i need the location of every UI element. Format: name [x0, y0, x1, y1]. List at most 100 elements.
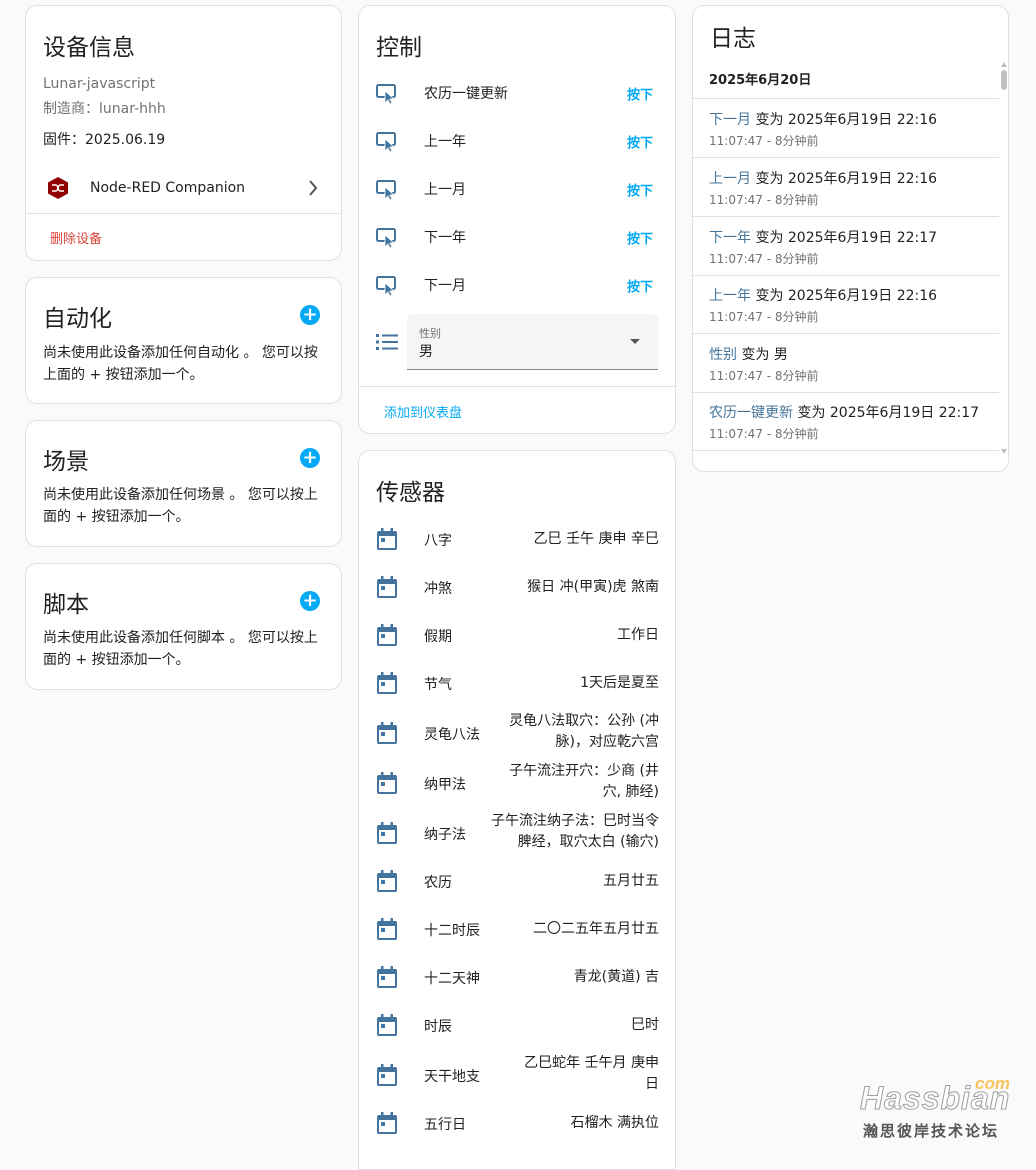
sensor-value: 子午流注开穴：少商 (井 穴, 肺经): [509, 761, 659, 803]
sensor-row[interactable]: 假期 工作日: [359, 621, 675, 649]
gender-select-value: 男: [419, 344, 433, 360]
sensor-row[interactable]: 十二时辰 二〇二五年五月廿五: [359, 915, 675, 943]
calendar-icon: [377, 966, 397, 988]
sensor-row[interactable]: 灵龟八法 灵龟八法取穴：公孙 (冲 脉)，对应乾六宫: [359, 710, 675, 756]
sensor-value-line1: 子午流注纳子法：巳时当令: [491, 813, 659, 829]
sensor-row[interactable]: 天干地支 乙巳蛇年 壬午月 庚申 日: [359, 1052, 675, 1098]
device-firmware: 固件：2025.06.19: [43, 132, 166, 148]
log-entry: 农历一键更新 变为 2025年6月19日 22:17 11:07:47 - 8分…: [693, 392, 999, 451]
delete-device-button[interactable]: 删除设备: [50, 228, 102, 247]
calendar-icon: [377, 576, 397, 598]
controls-card: 控制 农历一键更新 按下 上一年 按下 上一月 按下 下一年 按下 下一月 按下: [358, 5, 676, 434]
scroll-up-icon[interactable]: [1001, 62, 1007, 67]
control-row-prev-year: 上一年 按下: [359, 118, 675, 166]
add-to-dashboard-button[interactable]: 添加到仪表盘: [384, 402, 462, 421]
integration-link[interactable]: Node-RED Companion: [26, 166, 341, 212]
sensor-row[interactable]: 八字 乙巳 壬午 庚申 辛巳: [359, 525, 675, 553]
scripts-description-line2: 面的 + 按钮添加一个。: [43, 652, 190, 668]
sensor-row[interactable]: 农历 五月廿五: [359, 867, 675, 895]
sensor-value: 二〇二五年五月廿五: [533, 921, 659, 937]
add-automation-button[interactable]: +: [300, 305, 320, 325]
sensor-row[interactable]: 五行日 石榴木 满执位: [359, 1109, 675, 1137]
sensor-label: 冲煞: [424, 581, 452, 597]
sensor-row[interactable]: 节气 1天后是夏至: [359, 669, 675, 697]
sensor-label: 时辰: [424, 1019, 452, 1035]
controls-title: 控制: [376, 35, 422, 61]
entity-link[interactable]: 下一月: [709, 112, 751, 128]
sensor-value-line2: 脉)，对应乾六宫: [555, 734, 659, 750]
entity-link[interactable]: 农历一键更新: [709, 405, 793, 421]
logbook-list[interactable]: 2025年6月20日 下一月 变为 2025年6月19日 22:16 11:07…: [693, 58, 1008, 458]
gesture-tap-button-icon: [375, 274, 399, 298]
entity-link[interactable]: 上一月: [709, 171, 751, 187]
gesture-tap-button-icon: [375, 226, 399, 250]
log-entry-time: 11:07:47 - 8分钟前: [709, 310, 819, 324]
press-button[interactable]: 按下: [627, 84, 653, 103]
automation-description-line2: 上面的 + 按钮添加一个。: [43, 367, 204, 383]
calendar-icon: [377, 822, 397, 844]
control-label: 下一年: [424, 230, 466, 246]
log-entry-change: 变为 男: [741, 347, 788, 363]
controls-divider: [359, 386, 675, 387]
log-entry-time: 11:07:47 - 8分钟前: [709, 193, 819, 207]
sensor-row[interactable]: 冲煞 猴日 冲(甲寅)虎 煞南: [359, 573, 675, 601]
log-entry-text: 下一年 变为 2025年6月19日 22:17: [709, 227, 937, 247]
log-entry-text: 农历一键更新 变为 2025年6月19日 22:17: [709, 402, 979, 422]
device-info-card: 设备信息 Lunar-javascript 制造商：lunar-hhh 固件：2…: [25, 5, 342, 261]
log-entry-time: 11:07:47 - 8分钟前: [709, 369, 819, 383]
press-button[interactable]: 按下: [627, 276, 653, 295]
sensor-row[interactable]: 纳子法 子午流注纳子法：巳时当令 脾经，取穴太白 (输穴): [359, 810, 675, 856]
press-button[interactable]: 按下: [627, 180, 653, 199]
automation-title: 自动化: [43, 306, 112, 332]
automation-description-line1: 尚未使用此设备添加任何自动化 。 您可以按: [43, 345, 318, 361]
sensor-row[interactable]: 时辰 巳时: [359, 1011, 675, 1039]
press-button[interactable]: 按下: [627, 132, 653, 151]
watermark-tagline: 瀚思彼岸技术论坛: [863, 1122, 1000, 1140]
gender-select[interactable]: 性别 男: [407, 314, 658, 370]
control-row-lunar-update: 农历一键更新 按下: [359, 70, 675, 118]
sensors-card: 传感器 八字 乙巳 壬午 庚申 辛巳 冲煞 猴日 冲(甲寅)虎 煞南 假期 工作…: [358, 450, 676, 1170]
sensor-value: 工作日: [617, 627, 659, 643]
sensor-value-line1: 子午流注开穴：少商 (井: [509, 763, 659, 779]
sensor-label: 十二时辰: [424, 923, 480, 939]
sensor-value-line2: 脾经，取穴太白 (输穴): [517, 834, 659, 850]
scroll-down-icon[interactable]: [1001, 449, 1007, 454]
log-entry: 下一年 变为 2025年6月19日 22:17 11:07:47 - 8分钟前: [693, 217, 999, 276]
gesture-tap-button-icon: [375, 82, 399, 106]
forum-watermark: com Hassbian 瀚思彼岸技术论坛: [859, 1074, 1030, 1142]
control-label: 上一月: [424, 182, 466, 198]
device-info-divider: [26, 213, 341, 214]
sensor-value: 青龙(黄道) 吉: [573, 969, 659, 985]
entity-link[interactable]: 性别: [709, 347, 737, 363]
entity-link[interactable]: 上一年: [709, 288, 751, 304]
entity-link[interactable]: 下一年: [709, 230, 751, 246]
sensor-row[interactable]: 十二天神 青龙(黄道) 吉: [359, 963, 675, 991]
logbook-scrollbar[interactable]: [999, 58, 1008, 458]
control-label: 上一年: [424, 134, 466, 150]
sensor-value-line2: 穴, 肺经): [602, 784, 659, 800]
chevron-right-icon: [307, 178, 319, 202]
sensor-value: 灵龟八法取穴：公孙 (冲 脉)，对应乾六宫: [509, 711, 659, 753]
add-scene-button[interactable]: +: [300, 448, 320, 468]
menu-down-icon: [630, 339, 640, 344]
automation-description: 尚未使用此设备添加任何自动化 。 您可以按 上面的 + 按钮添加一个。: [43, 342, 333, 386]
watermark-brand: Hassbian: [859, 1080, 1011, 1117]
scrollbar-thumb[interactable]: [1001, 70, 1007, 90]
device-model: Lunar-javascript: [43, 76, 156, 92]
scenes-title: 场景: [43, 449, 89, 475]
sensor-value: 猴日 冲(甲寅)虎 煞南: [527, 579, 659, 595]
sensor-label: 八字: [424, 533, 452, 549]
sensor-value-line1: 灵龟八法取穴：公孙 (冲: [509, 713, 659, 729]
sensor-row[interactable]: 纳甲法 子午流注开穴：少商 (井 穴, 肺经): [359, 760, 675, 806]
log-entry-text: 性别 变为 男: [709, 344, 788, 364]
sensor-label: 节气: [424, 677, 452, 693]
scenes-description: 尚未使用此设备添加任何场景 。 您可以按上 面的 + 按钮添加一个。: [43, 484, 333, 528]
add-script-button[interactable]: +: [300, 591, 320, 611]
press-button[interactable]: 按下: [627, 228, 653, 247]
log-entry-time: 11:07:47 - 8分钟前: [709, 252, 819, 266]
sensor-value: 子午流注纳子法：巳时当令 脾经，取穴太白 (输穴): [491, 811, 659, 853]
sensor-value-line1: 乙巳蛇年 壬午月 庚申: [524, 1055, 659, 1071]
gesture-tap-button-icon: [375, 178, 399, 202]
scenes-description-line1: 尚未使用此设备添加任何场景 。 您可以按上: [43, 487, 318, 503]
log-entry-text: 上一月 变为 2025年6月19日 22:16: [709, 168, 937, 188]
